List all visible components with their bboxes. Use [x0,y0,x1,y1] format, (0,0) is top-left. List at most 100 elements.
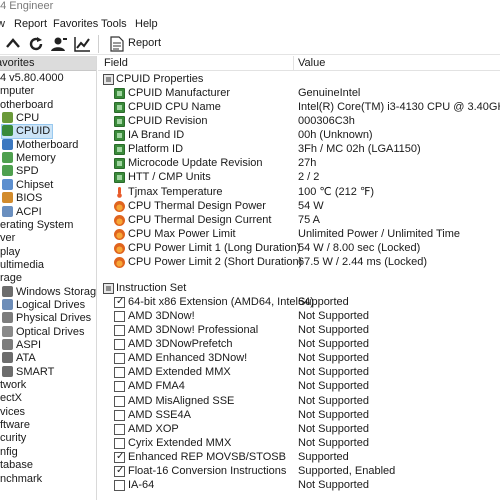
menu-tools[interactable]: Tools [101,15,127,33]
column-header-value[interactable]: Value [298,57,325,69]
tree-item-label: ectX [0,392,23,405]
menu-help[interactable]: Help [135,15,158,33]
tree-item[interactable]: otherboard [0,99,53,112]
table-row[interactable]: CPU Power Limit 1 (Long Duration) 54 W / … [98,241,500,255]
tree-item[interactable]: BIOS [2,192,42,205]
tree-item[interactable]: Chipset [2,178,53,192]
tree-item-label: SPD [16,165,39,178]
checkbox-icon [114,423,125,435]
table-row[interactable]: CPU Power Limit 2 (Short Duration) 67.5 W… [98,255,500,269]
table-row[interactable]: IA Brand ID 00h (Unknown) [98,128,500,142]
table-row[interactable]: Enhanced REP MOVSB/STOSB Supported [98,450,500,464]
tree-item[interactable]: Windows Storage [2,285,96,299]
table-row[interactable]: CPUID Revision 000306C3h [98,114,500,128]
tree-item[interactable]: 4 v5.80.4000 [0,72,64,85]
tree-item[interactable]: nchmark [0,473,42,486]
menu-report[interactable]: Report [14,15,47,33]
field-cell: IA-64 [128,478,155,491]
details-panel: Field Value CPUID Properties CPUID Manufa… [98,56,500,500]
tree-item-label: CPU [16,112,40,125]
table-row[interactable]: CPUID Manufacturer GenuineIntel [98,86,500,100]
tree-item-icon [2,365,13,377]
value-cell: Not Supported [298,366,369,379]
chevron-up-icon[interactable] [4,35,22,53]
tree-item-icon [2,312,13,324]
report-button-label: Report [128,37,162,49]
tree-item[interactable]: Optical Drives [2,325,84,339]
menu-view[interactable]: w [0,15,5,33]
tree-item[interactable]: Logical Drives [2,298,85,312]
tree-item[interactable]: ASPI [2,339,41,352]
table-row[interactable]: AMD 3DNowPrefetch Not Supported [98,337,500,351]
tree-item-label: ATA [16,352,36,365]
tree-item[interactable]: ACPI [2,205,42,219]
table-row[interactable]: CPU Max Power Limit Unlimited Power / Unl… [98,227,500,241]
green-chip-icon [114,116,125,128]
checkbox-icon [114,450,125,464]
field-cell: Platform ID [128,143,184,156]
user-icon[interactable] [50,35,68,53]
tree-item[interactable]: Motherboard [2,138,78,152]
tree-item-label: mputer [0,85,35,98]
tree-item[interactable]: ATA [2,352,36,365]
tree-item[interactable]: erating System [0,219,73,232]
table-row[interactable]: AMD XOP Not Supported [98,422,500,436]
tree-item[interactable]: ftware [0,419,30,432]
table-row[interactable]: Microcode Update Revision 27h [98,156,500,170]
tree-item-icon [2,152,13,164]
table-row[interactable]: AMD 3DNow! Not Supported [98,309,500,323]
tab-favorites[interactable]: avorites [0,56,96,71]
table-row[interactable]: IA-64 Not Supported [98,478,500,492]
value-cell: 00h (Unknown) [298,129,373,142]
tree-item[interactable]: ectX [0,392,22,405]
flame-icon [114,228,125,240]
group-title: CPUID Properties [116,73,204,85]
tree-item[interactable]: ultimedia [0,259,44,272]
tree-item-icon [2,205,13,217]
tree-item[interactable]: tabase [0,459,33,472]
table-row[interactable]: AMD FMA4 Not Supported [98,379,500,393]
tree-item[interactable]: CPU [2,112,39,125]
value-cell: 000306C3h [298,115,355,128]
tree-item[interactable]: SMART [2,365,54,379]
refresh-icon[interactable] [27,35,45,53]
table-row[interactable]: Tjmax Temperature 100 ℃ (212 ℉) [98,185,500,199]
tree-item[interactable]: CPUID [0,124,54,140]
group-header[interactable]: Instruction Set [98,281,500,295]
tree-item[interactable]: ver [0,232,15,245]
tree-item[interactable]: rage [0,272,22,285]
tree-item[interactable]: play [0,246,20,259]
checkbox-icon [114,479,125,491]
tree-item[interactable]: mputer [0,85,34,98]
table-row[interactable]: AMD MisAligned SSE Not Supported [98,394,500,408]
tree-item[interactable]: SPD [2,165,39,178]
menu-favorites[interactable]: Favorites [53,15,98,33]
flame-icon [114,200,125,212]
tree-item-icon [2,178,13,190]
table-row[interactable]: Platform ID 3Fh / MC 02h (LGA1150) [98,142,500,156]
field-cell: AMD FMA4 [128,380,185,393]
column-header-field[interactable]: Field [104,57,128,69]
tree-item[interactable]: Physical Drives [2,312,91,325]
tree-item[interactable]: Memory [2,152,56,165]
tree-item[interactable]: nfig [0,446,18,459]
tree-item[interactable]: twork [0,379,26,392]
table-row[interactable]: Cyrix Extended MMX Not Supported [98,436,500,450]
field-cell: CPU Power Limit 2 (Short Duration) [128,255,303,268]
table-row[interactable]: CPU Thermal Design Current 75 A [98,213,500,227]
table-row[interactable]: AMD 3DNow! Professional Not Supported [98,323,500,337]
group-header[interactable]: CPUID Properties [98,72,500,86]
table-row[interactable]: 64-bit x86 Extension (AMD64, Intel64)Sup… [98,295,500,309]
table-row[interactable]: CPUID CPU Name Intel(R) Core(TM) i3-4130 … [98,100,500,114]
table-row[interactable]: AMD Enhanced 3DNow! Not Supported [98,351,500,365]
tree-item-label: Physical Drives [16,312,92,325]
chart-line-icon[interactable] [73,35,91,53]
table-row[interactable]: AMD Extended MMX Not Supported [98,365,500,379]
table-row[interactable]: Float-16 Conversion Instructions Supporte… [98,464,500,478]
table-row[interactable]: HTT / CMP Units 2 / 2 [98,170,500,184]
tree-item[interactable]: curity [0,432,26,445]
table-row[interactable]: AMD SSE4A Not Supported [98,408,500,422]
table-row[interactable]: CPU Thermal Design Power 54 W [98,199,500,213]
column-divider[interactable] [293,56,294,70]
tree-item[interactable]: vices [0,406,25,419]
